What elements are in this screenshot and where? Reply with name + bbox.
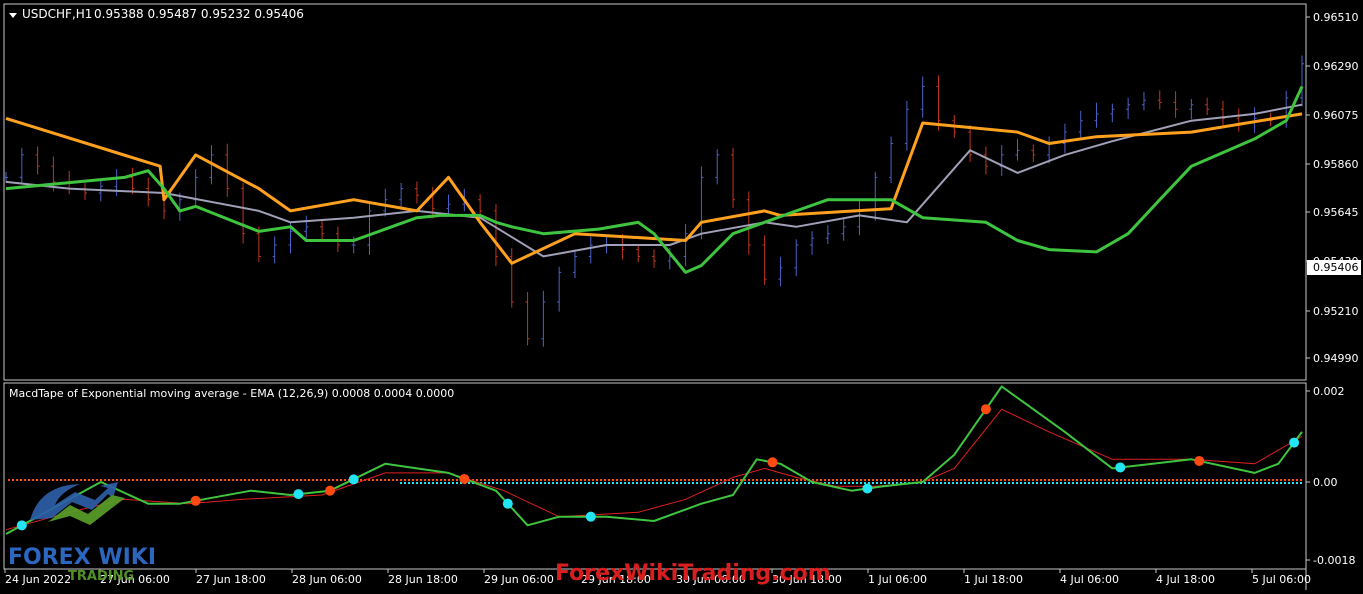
x-tick-label: 5 Jul 06:00 [1252,573,1311,586]
red-signal-dot [325,485,335,496]
signal-dots [16,404,1300,531]
site-watermark: ForexWikiTrading.com [555,561,831,586]
cyan-signal-dot [585,511,596,522]
indicator-lines [5,385,1303,535]
collapse-triangle-icon[interactable] [9,13,17,18]
indicator-title: MacdTape of Exponential moving average -… [9,387,454,400]
x-tick-label: 4 Jul 06:00 [1060,573,1119,586]
x-tick-label: 28 Jun 06:00 [292,573,362,586]
symbol-label: USDCHF,H1 [22,7,92,21]
x-tick-label: 27 Jun 18:00 [196,573,266,586]
cyan-signal-dot [348,474,359,485]
y-tick-label: 0.00 [1313,476,1338,489]
price-bars [4,55,1304,347]
y-tick-label: 0.95860 [1313,158,1359,171]
cyan-signal-dot [1289,437,1300,448]
cyan-signal-dot [862,483,873,494]
x-tick-label: 4 Jul 18:00 [1156,573,1215,586]
y-tick-label: 0.96510 [1313,11,1359,24]
red-signal-dot [459,473,470,484]
signal-line [5,408,1303,531]
x-tick-label: 1 Jul 18:00 [964,573,1023,586]
y-tick-label: 0.002 [1313,385,1345,398]
main-panel-frame [3,3,1307,381]
ohlc-label: 0.95388 0.95487 0.95232 0.95406 [94,7,304,21]
logo-text: FOREX WIKI [8,545,156,570]
red-signal-dot [1194,455,1205,466]
indicator-panel-frame [3,382,1307,570]
cyan-signal-dot [502,498,513,509]
cyan-signal-dot [1115,462,1126,473]
x-tick-label: 1 Jul 06:00 [868,573,927,586]
macd-line [5,385,1303,535]
red-signal-dot [767,457,778,468]
x-tick-label: 24 Jun 2022 [5,573,71,586]
indicator-axis: 0.002 0.00 -0.0018 [1306,385,1355,567]
y-tick-label: 0.94990 [1313,352,1359,365]
current-price-label: 0.95406 [1313,261,1359,274]
y-tick-label: 0.95645 [1313,206,1359,219]
x-tick-label: 29 Jun 06:00 [484,573,554,586]
y-tick-label: 0.96290 [1313,60,1359,73]
red-signal-dot [190,495,201,506]
main-price-axis: 0.96510 0.96290 0.96075 0.95860 0.95645 0.954… [1306,11,1359,365]
orange-ma-line [5,112,1303,265]
cyan-signal-dot [16,520,27,531]
moving-average-lines [5,85,1304,274]
red-signal-dot [980,404,991,415]
y-tick-label: 0.96075 [1313,109,1359,122]
y-tick-label: 0.95210 [1313,305,1359,318]
x-tick-label: 28 Jun 18:00 [388,573,458,586]
zero-tapes [8,479,1302,484]
chart-canvas: 0.96510 0.96290 0.96075 0.95860 0.95645 0.954… [3,3,1361,590]
logo-subtext: TRADING [68,569,134,584]
cyan-signal-dot [293,489,304,500]
y-tick-label: -0.0018 [1313,554,1355,567]
